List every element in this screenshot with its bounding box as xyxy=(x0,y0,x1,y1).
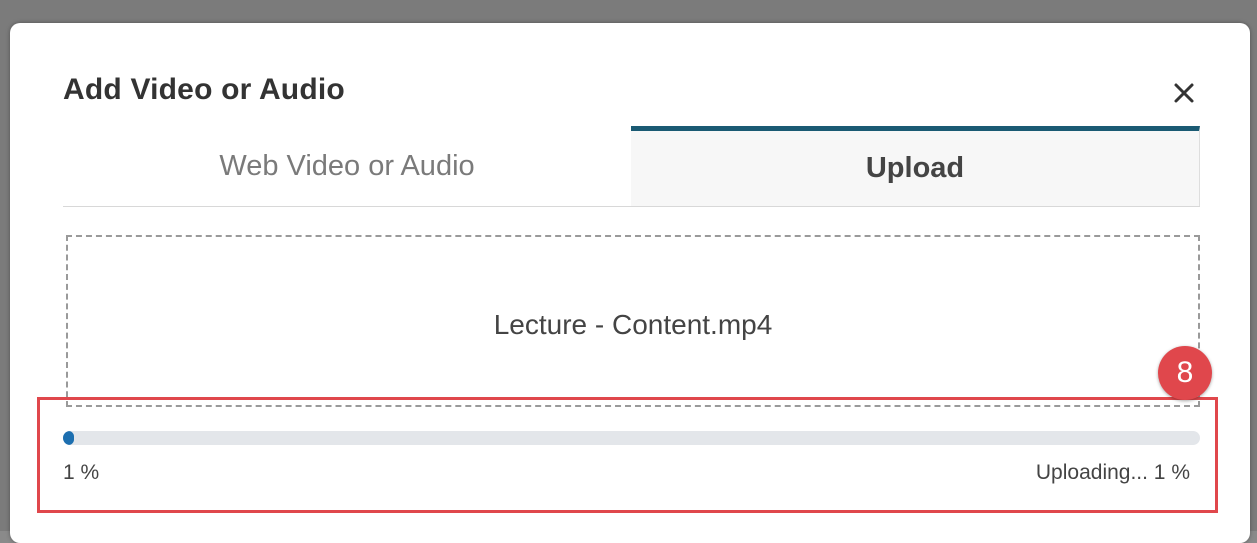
upload-dropzone[interactable]: Lecture - Content.mp4 xyxy=(66,235,1200,407)
file-name: Lecture - Content.mp4 xyxy=(493,309,773,340)
add-media-dialog: Add Video or Audio Web Video or Audio Up… xyxy=(10,23,1250,543)
progress-percent-label: 1 % xyxy=(63,461,100,484)
tab-upload[interactable]: Upload xyxy=(631,126,1200,206)
close-icon xyxy=(1174,83,1194,103)
tab-web-video-or-audio[interactable]: Web Video or Audio xyxy=(63,126,631,206)
dialog-title: Add Video or Audio xyxy=(63,73,345,106)
upload-status-text: Uploading... 1 % xyxy=(1035,461,1190,484)
upload-progress-bar xyxy=(63,431,1200,445)
step-number-badge: 8 xyxy=(1158,346,1212,400)
close-button[interactable] xyxy=(1166,75,1202,111)
upload-progress-fill xyxy=(63,431,75,445)
tab-bar: Web Video or Audio Upload xyxy=(63,126,1200,207)
